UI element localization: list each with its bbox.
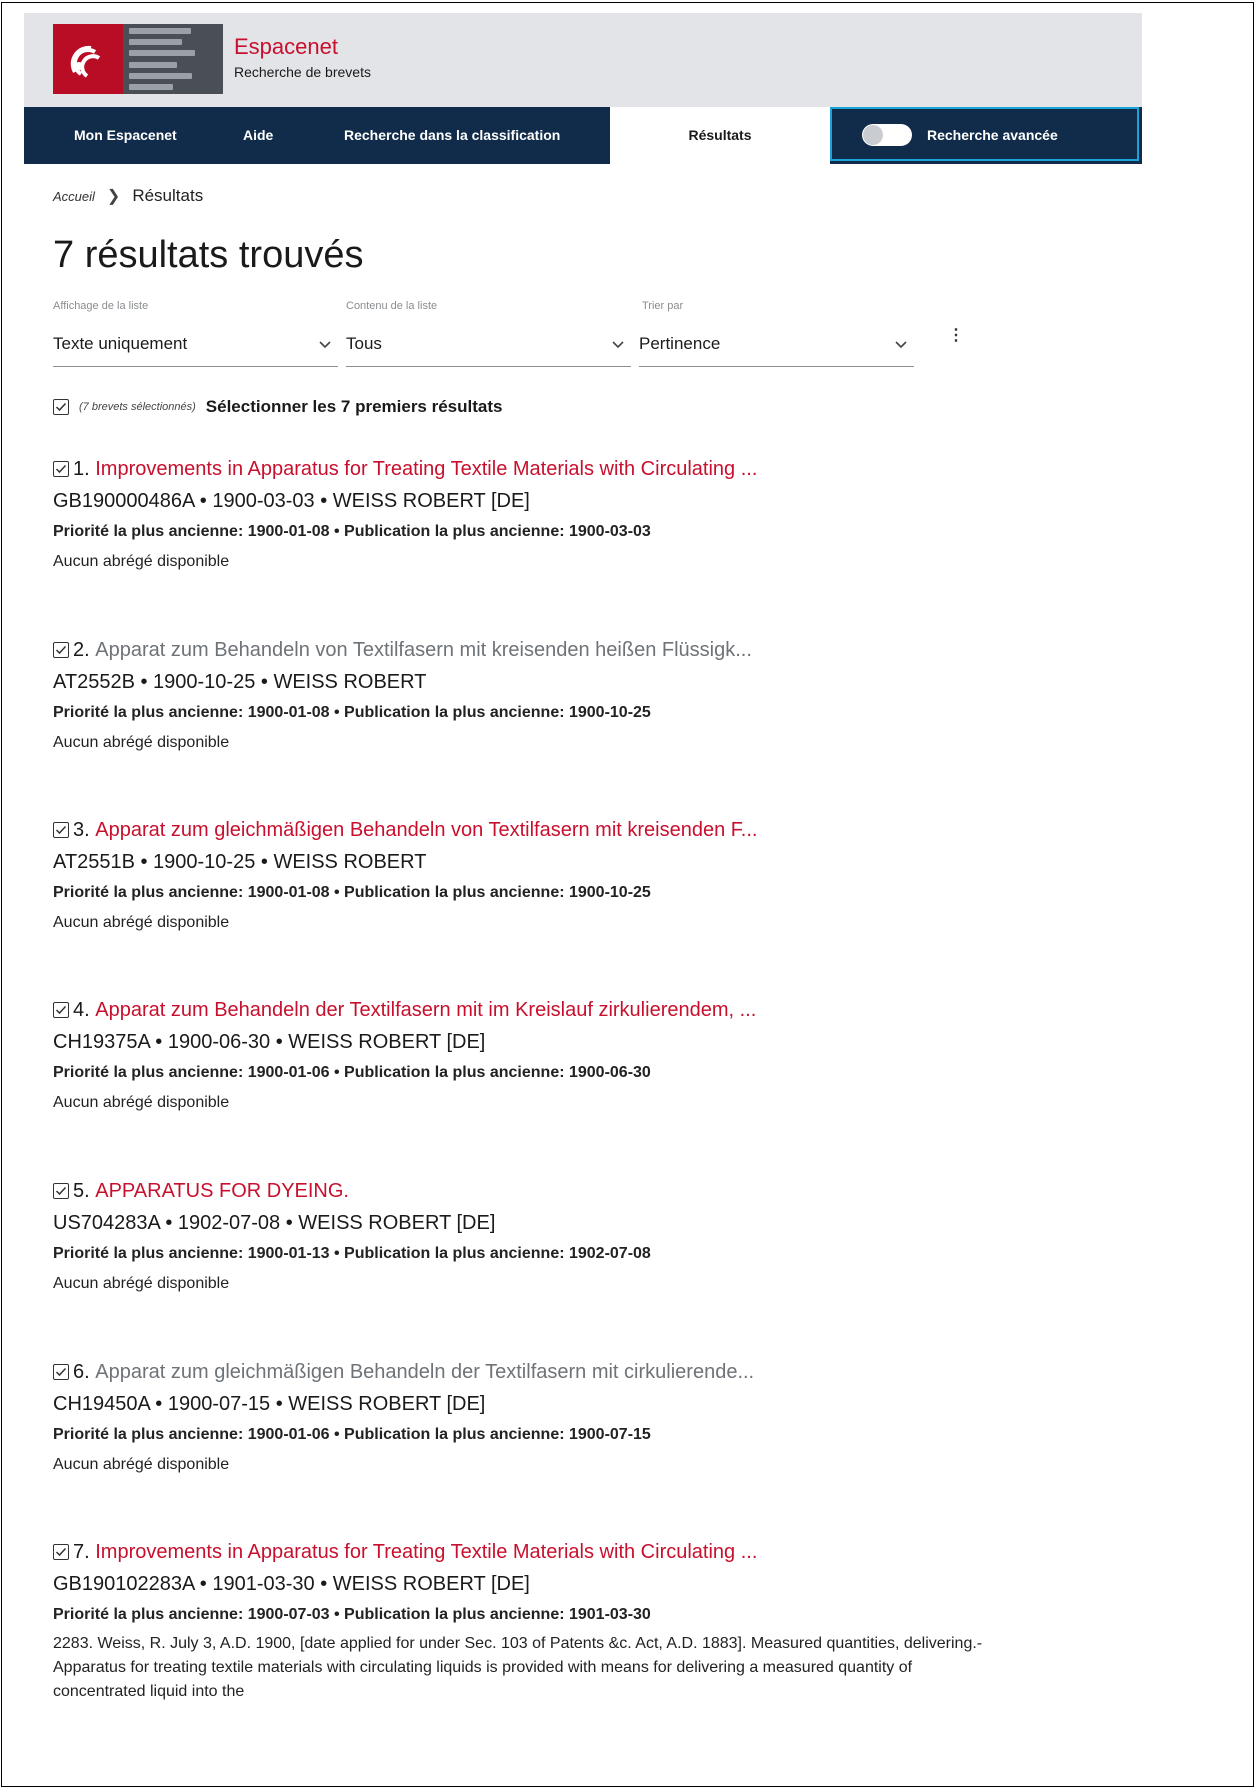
checkbox-checked-icon[interactable]: [53, 1002, 69, 1018]
chevron-down-icon: [318, 336, 332, 356]
result-title[interactable]: Apparat zum gleichmäßigen Behandeln von …: [95, 819, 757, 842]
display-select-value: Texte uniquement: [53, 334, 188, 353]
breadcrumb-current: Résultats: [132, 186, 204, 205]
result-abstract: Aucun abrégé disponible: [53, 1275, 230, 1292]
result-priority: Priorité la plus ancienne: 1900-01-06 • …: [53, 1064, 651, 1081]
result-meta: GB190000486A • 1900-03-03 • WEISS ROBERT…: [53, 490, 530, 512]
content-select[interactable]: Contenu de la liste Tous: [346, 300, 631, 367]
select-first-results-link[interactable]: Sélectionner les 7 premiers résultats: [206, 397, 503, 417]
display-select[interactable]: Affichage de la liste Texte uniquement: [53, 300, 338, 367]
kebab-menu-icon[interactable]: ⋮: [948, 325, 964, 345]
result-item: 4. Apparat zum Behandeln der Textilfaser…: [53, 997, 983, 1112]
checkbox-checked-icon[interactable]: [53, 1544, 69, 1560]
result-item: 2. Apparat zum Behandeln von Textilfaser…: [53, 637, 983, 752]
chevron-down-icon: [611, 336, 625, 356]
chevron-down-icon: [894, 336, 908, 356]
checkbox-checked-icon[interactable]: [53, 822, 69, 838]
checkbox-checked-icon[interactable]: [53, 1364, 69, 1380]
sort-select-value: Pertinence: [639, 334, 721, 353]
result-title[interactable]: Apparat zum Behandeln der Textilfasern m…: [95, 999, 756, 1022]
nav-item-classification[interactable]: Recherche dans la classification: [344, 107, 560, 164]
result-meta: AT2551B • 1900-10-25 • WEISS ROBERT: [53, 851, 427, 873]
result-item: 5. APPARATUS FOR DYEING. US704283A • 190…: [53, 1178, 983, 1293]
display-select-box[interactable]: Texte uniquement: [53, 330, 338, 367]
result-meta: CH19375A • 1900-06-30 • WEISS ROBERT [DE…: [53, 1031, 486, 1053]
epo-logo-icon: [53, 24, 123, 94]
nav-item-aide[interactable]: Aide: [243, 107, 273, 164]
result-number: 4.: [73, 998, 90, 1021]
toggle-knob: [863, 125, 883, 145]
result-title[interactable]: Apparat zum gleichmäßigen Behandeln der …: [95, 1361, 754, 1384]
result-abstract: Aucun abrégé disponible: [53, 1094, 230, 1111]
epo-logo[interactable]: [53, 24, 223, 94]
result-item: 7. Improvements in Apparatus for Treatin…: [53, 1539, 983, 1704]
result-abstract: Aucun abrégé disponible: [53, 1456, 230, 1473]
result-item: 6. Apparat zum gleichmäßigen Behandeln d…: [53, 1359, 983, 1474]
epo-logo-text: [123, 24, 223, 94]
sort-select-caption: Trier par: [642, 300, 684, 312]
result-abstract: 2283. Weiss, R. July 3, A.D. 1900, [date…: [53, 1635, 983, 1700]
advanced-search-label: Recherche avancée: [927, 127, 1058, 143]
nav-item-resultats[interactable]: Résultats: [610, 107, 830, 164]
selected-count-note: (7 brevets sélectionnés): [79, 401, 196, 413]
breadcrumb-home[interactable]: Accueil: [53, 189, 95, 204]
result-priority: Priorité la plus ancienne: 1900-01-13 • …: [53, 1245, 651, 1262]
breadcrumb: Accueil ❯ Résultats: [53, 186, 203, 206]
select-all: (7 brevets sélectionnés) Sélectionner le…: [53, 397, 502, 417]
content-select-box[interactable]: Tous: [346, 330, 631, 367]
checkbox-checked-icon[interactable]: [53, 642, 69, 658]
chevron-right-icon: ❯: [106, 188, 121, 205]
content-select-value: Tous: [346, 334, 382, 353]
brand-name[interactable]: Espacenet: [234, 35, 371, 59]
result-title[interactable]: Improvements in Apparatus for Treating T…: [95, 458, 757, 481]
result-priority: Priorité la plus ancienne: 1900-01-08 • …: [53, 704, 651, 721]
result-number: 7.: [73, 1540, 90, 1563]
content-select-caption: Contenu de la liste: [346, 300, 438, 312]
checkbox-checked-icon[interactable]: [53, 1183, 69, 1199]
result-number: 3.: [73, 818, 90, 841]
result-item: 3. Apparat zum gleichmäßigen Behandeln v…: [53, 817, 983, 932]
result-number: 1.: [73, 457, 90, 480]
result-abstract: Aucun abrégé disponible: [53, 553, 230, 570]
result-number: 2.: [73, 638, 90, 661]
brand: Espacenet Recherche de brevets: [234, 35, 371, 81]
result-meta: US704283A • 1902-07-08 • WEISS ROBERT [D…: [53, 1212, 496, 1234]
sort-select[interactable]: Trier par Pertinence: [639, 300, 914, 367]
page-title: 7 résultats trouvés: [53, 234, 364, 276]
result-priority: Priorité la plus ancienne: 1900-01-06 • …: [53, 1426, 651, 1443]
result-title[interactable]: Improvements in Apparatus for Treating T…: [95, 1541, 757, 1564]
result-abstract: Aucun abrégé disponible: [53, 914, 230, 931]
nav-item-mon-espacenet[interactable]: Mon Espacenet: [74, 107, 177, 164]
advanced-search-toggle[interactable]: Recherche avancée: [830, 107, 1139, 161]
result-priority: Priorité la plus ancienne: 1900-01-08 • …: [53, 523, 651, 540]
result-priority: Priorité la plus ancienne: 1900-07-03 • …: [53, 1606, 651, 1623]
result-number: 6.: [73, 1360, 90, 1383]
result-title[interactable]: APPARATUS FOR DYEING.: [95, 1180, 349, 1203]
result-title[interactable]: Apparat zum Behandeln von Textilfasern m…: [95, 639, 752, 662]
result-meta: CH19450A • 1900-07-15 • WEISS ROBERT [DE…: [53, 1393, 486, 1415]
result-meta: GB190102283A • 1901-03-30 • WEISS ROBERT…: [53, 1573, 530, 1595]
checkbox-checked-icon[interactable]: [53, 461, 69, 477]
sort-select-box[interactable]: Pertinence: [639, 330, 914, 367]
result-priority: Priorité la plus ancienne: 1900-01-08 • …: [53, 884, 651, 901]
brand-subtitle: Recherche de brevets: [234, 64, 371, 80]
toggle-switch[interactable]: [862, 124, 912, 146]
checkbox-checked-icon[interactable]: [53, 399, 69, 415]
result-abstract: Aucun abrégé disponible: [53, 734, 230, 751]
result-number: 5.: [73, 1179, 90, 1202]
result-item: 1. Improvements in Apparatus for Treatin…: [53, 456, 983, 571]
result-meta: AT2552B • 1900-10-25 • WEISS ROBERT: [53, 671, 427, 693]
display-select-caption: Affichage de la liste: [53, 300, 149, 312]
main-nav: Mon Espacenet Aide Recherche dans la cla…: [24, 107, 1142, 164]
header: Espacenet Recherche de brevets: [24, 13, 1142, 107]
